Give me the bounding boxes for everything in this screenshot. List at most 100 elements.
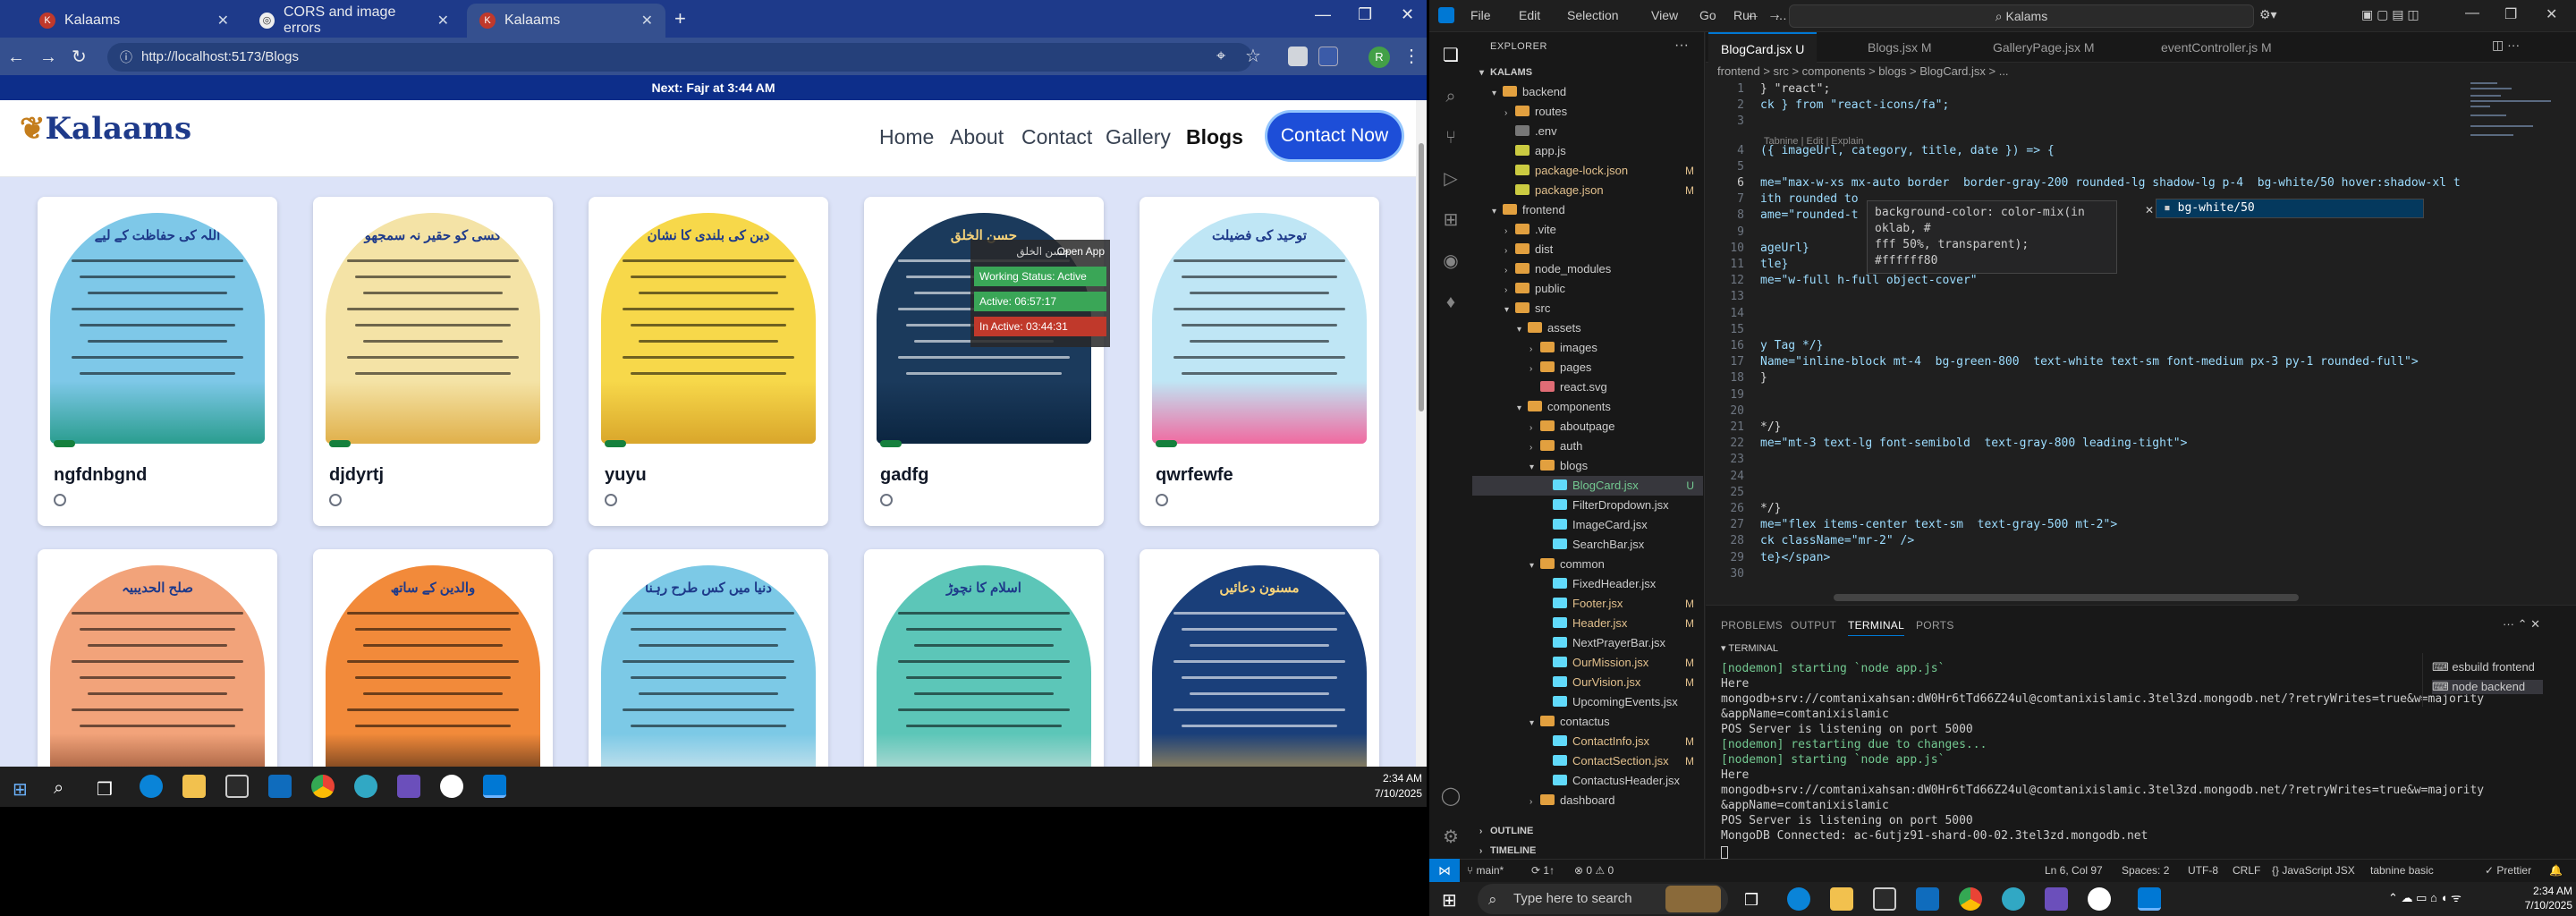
contact-now-button[interactable]: Contact Now	[1267, 113, 1402, 159]
file-explorer-icon[interactable]	[1830, 887, 1853, 911]
code-line[interactable]: ck } from "react-icons/fa";	[1760, 98, 1949, 112]
notifications-icon[interactable]: 🔔	[2549, 864, 2563, 877]
remote-indicator-icon[interactable]: ⋈	[1429, 859, 1460, 882]
minimize-icon[interactable]: —	[1315, 5, 1331, 24]
outlook-icon[interactable]	[1916, 887, 1939, 911]
maximize-icon[interactable]: ❐	[2504, 5, 2517, 23]
tree-file[interactable]: ImageCard.jsx	[1472, 515, 1703, 535]
language-mode[interactable]: {} JavaScript JSX	[2272, 864, 2355, 877]
timeline-section[interactable]: › TIMELINE	[1472, 841, 1703, 861]
code-line[interactable]: me="w-full h-full object-cover"	[1760, 274, 1978, 287]
layout-icons[interactable]: ▣ ▢ ▤ ◫	[2361, 7, 2419, 22]
tree-file[interactable]: ContactusHeader.jsx	[1472, 771, 1703, 791]
task-view-icon[interactable]: ❒	[97, 778, 113, 801]
code-line[interactable]: } "react";	[1760, 82, 1830, 96]
maximize-icon[interactable]: ❐	[1358, 5, 1372, 24]
tree-folder[interactable]: ▾ blogs	[1472, 456, 1703, 476]
explorer-icon[interactable]: ❏	[1440, 45, 1462, 66]
tree-folder[interactable]: › public	[1472, 279, 1703, 299]
tree-folder[interactable]: › pages	[1472, 358, 1703, 377]
code-line[interactable]: ageUrl}	[1760, 242, 1809, 255]
workspace-root[interactable]: ▾ KALAMS	[1472, 63, 1703, 82]
tree-file[interactable]: BlogCard.jsx U	[1472, 476, 1703, 496]
tree-file[interactable]: .env	[1472, 122, 1703, 141]
search-icon[interactable]: ⌕	[54, 778, 64, 799]
tree-folder[interactable]: › dist	[1472, 240, 1703, 259]
editor-tab[interactable]: eventController.js M	[2148, 32, 2284, 63]
blog-card[interactable]: صلح الحدیبیہ	[38, 549, 277, 782]
code-line[interactable]: */}	[1760, 502, 1781, 515]
blog-card[interactable]: اللہ کی حفاظت کے لیے ngfdnbgnd	[38, 197, 277, 526]
code-line[interactable]: ck className="mr-2" />	[1760, 534, 1914, 547]
terminal-cursor[interactable]	[1721, 846, 1728, 859]
tree-file[interactable]: ContactSection.jsx M	[1472, 751, 1703, 771]
terminal-session[interactable]: ⌨ esbuild frontend	[2432, 660, 2535, 674]
tree-file[interactable]: package.json M	[1472, 181, 1703, 200]
tree-folder[interactable]: ▾ backend	[1472, 82, 1703, 102]
tree-file[interactable]: FilterDropdown.jsx	[1472, 496, 1703, 515]
tab-terminal[interactable]: TERMINAL	[1848, 619, 1905, 636]
tree-folder[interactable]: ▾ src	[1472, 299, 1703, 318]
app-icon[interactable]	[440, 775, 463, 798]
bookmark-star-icon[interactable]: ☆	[1245, 45, 1261, 67]
app-icon[interactable]	[354, 775, 377, 798]
site-logo[interactable]: ❦Kalaams	[20, 111, 191, 147]
browser-tab[interactable]: K Kalaams ✕	[27, 4, 242, 38]
blog-card[interactable]: کسی کو حقیر نہ سمجھو djdyrtj	[313, 197, 553, 526]
tree-folder[interactable]: › .vite	[1472, 220, 1703, 240]
code-line[interactable]: y Tag */}	[1760, 339, 1823, 352]
code-line[interactable]: ame="rounded-t	[1760, 208, 1859, 222]
tree-folder[interactable]: ▾ assets	[1472, 318, 1703, 338]
menu-item[interactable]: Edit	[1519, 8, 1540, 22]
chrome-icon[interactable]	[1959, 887, 1982, 911]
code-line[interactable]: }	[1760, 371, 1767, 385]
search-icon[interactable]: ⌕	[1440, 86, 1462, 107]
panel-actions-icons[interactable]: ··· ⌃ ✕	[2503, 617, 2540, 632]
tabnine-codelens[interactable]: Tabnine | Edit | Explain	[1764, 136, 1864, 147]
tree-folder[interactable]: › dashboard	[1472, 791, 1703, 810]
line-ending[interactable]: CRLF	[2233, 864, 2260, 877]
tree-folder[interactable]: › routes	[1472, 102, 1703, 122]
tree-file[interactable]: FixedHeader.jsx	[1472, 574, 1703, 594]
tree-file[interactable]: react.svg	[1472, 377, 1703, 397]
nav-forward-icon[interactable]: →	[1767, 7, 1782, 23]
browser-menu-icon[interactable]: ⋮	[1402, 45, 1420, 67]
menu-item[interactable]: Selection	[1567, 8, 1619, 22]
nav-back-icon[interactable]: ←	[1746, 7, 1760, 23]
edge-icon[interactable]	[1787, 887, 1810, 911]
editor-tab[interactable]: GalleryPage.jsx M	[1980, 32, 2107, 63]
chrome-icon[interactable]	[311, 775, 335, 798]
news-widget-icon[interactable]	[1665, 886, 1721, 912]
windows-start-icon[interactable]: ⊞	[1442, 889, 1457, 912]
terminal-session-active[interactable]: ⌨ node backend	[2432, 680, 2544, 694]
code-line[interactable]: te}</span>	[1760, 551, 1830, 564]
github-icon[interactable]: ◉	[1440, 250, 1462, 272]
tree-file[interactable]: Header.jsx M	[1472, 614, 1703, 633]
problems-status[interactable]: ⊗ 0 ⚠ 0	[1574, 864, 1614, 877]
task-view-icon[interactable]: ❒	[1744, 891, 1758, 910]
cursor-position[interactable]: Ln 6, Col 97	[2045, 864, 2103, 877]
copilot-icon[interactable]: ⚙▾	[2259, 7, 2277, 22]
tree-file[interactable]: OurVision.jsx M	[1472, 673, 1703, 692]
outlook-icon[interactable]	[268, 775, 292, 798]
tree-file[interactable]: SearchBar.jsx	[1472, 535, 1703, 555]
app-icon[interactable]	[2088, 887, 2111, 911]
tree-folder[interactable]: ▾ contactus	[1472, 712, 1703, 732]
extensions-icon[interactable]: ⊞	[1440, 209, 1462, 231]
blog-card[interactable]: والدین کے ساتھ	[313, 549, 553, 782]
location-icon[interactable]: ⌖	[1216, 47, 1225, 65]
blog-card[interactable]: دنیا میں کس طرح رہنا	[589, 549, 828, 782]
tree-folder[interactable]: › auth	[1472, 437, 1703, 456]
tree-folder[interactable]: ▾ frontend	[1472, 200, 1703, 220]
tree-file[interactable]: UpcomingEvents.jsx	[1472, 692, 1703, 712]
outline-section[interactable]: › OUTLINE	[1472, 821, 1703, 841]
store-icon[interactable]	[1873, 887, 1896, 911]
menu-item[interactable]: View	[1651, 8, 1678, 22]
code-line[interactable]: */}	[1760, 420, 1781, 434]
tab-problems[interactable]: PROBLEMS	[1721, 619, 1783, 632]
code-line[interactable]: ith rounded to	[1760, 192, 1859, 206]
source-control-icon[interactable]: ⑂	[1440, 127, 1462, 148]
tree-file[interactable]: NextPrayerBar.jsx	[1472, 633, 1703, 653]
close-icon[interactable]: ✕	[2546, 5, 2557, 23]
nav-gallery[interactable]: Gallery	[1106, 125, 1171, 149]
